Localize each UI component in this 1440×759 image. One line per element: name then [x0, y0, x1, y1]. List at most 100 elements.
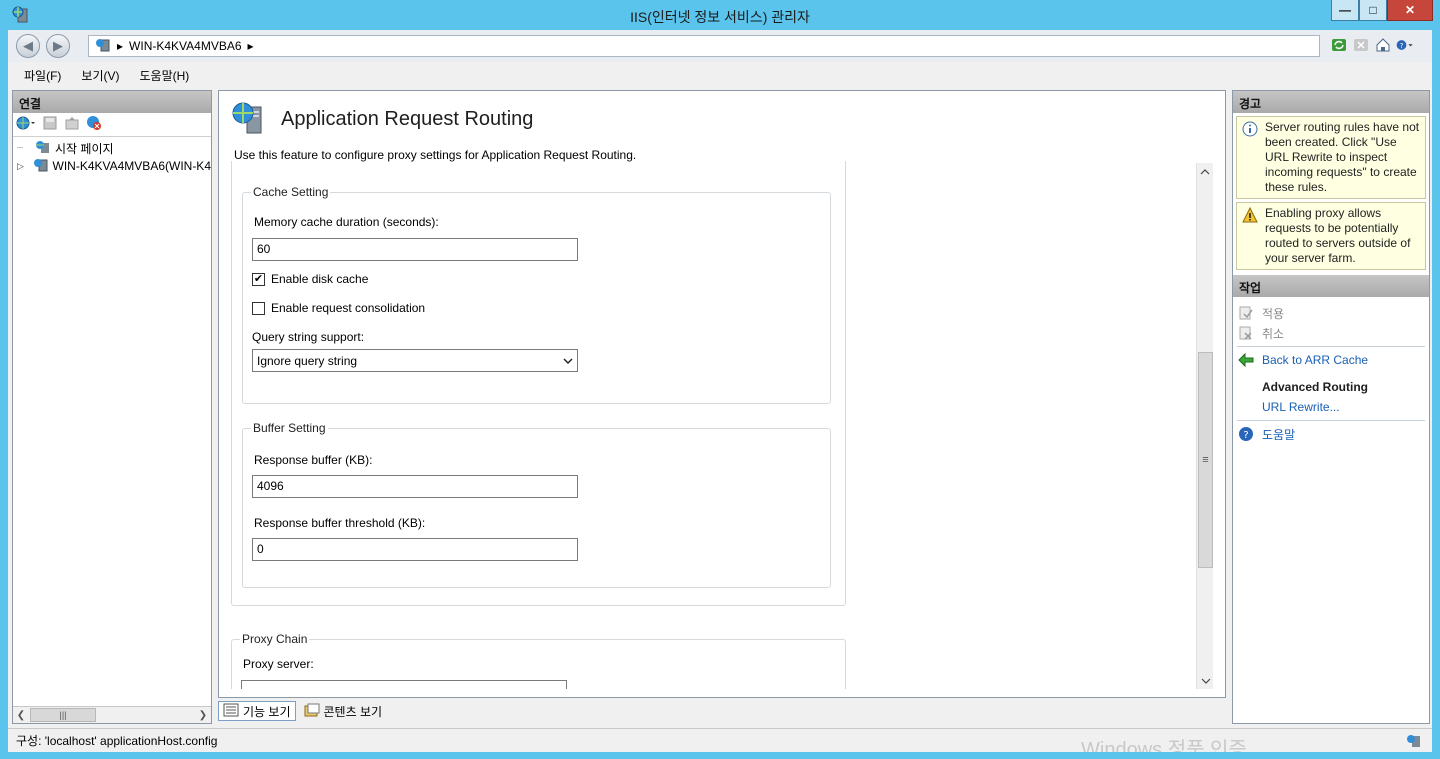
- home-icon[interactable]: [1374, 36, 1392, 54]
- help-link[interactable]: ? 도움말: [1233, 424, 1429, 444]
- back-arrow-icon: ◀: [23, 38, 33, 53]
- vertical-scroll-thumb[interactable]: ≡: [1198, 352, 1213, 568]
- start-page-icon: [35, 139, 51, 157]
- apply-action[interactable]: 적용: [1233, 303, 1429, 323]
- connections-toolbar: [13, 113, 211, 137]
- address-row: ◀ ▶ ▸ WIN-K4KVA4MVBA6 ▸ ?: [8, 30, 1432, 62]
- alerts-header: 경고: [1233, 91, 1429, 113]
- scroll-left-icon[interactable]: ❮: [13, 707, 29, 723]
- maximize-button[interactable]: □: [1359, 0, 1387, 21]
- settings-scroll-area[interactable]: Cache Setting Memory cache duration (sec…: [231, 161, 1205, 689]
- forward-arrow-icon: ▶: [53, 38, 63, 53]
- stop-icon[interactable]: [1352, 36, 1370, 54]
- query-string-select[interactable]: Ignore query string: [252, 349, 578, 372]
- buffer-setting-title: Buffer Setting: [251, 421, 328, 435]
- proxy-server-label: Proxy server:: [243, 657, 314, 671]
- buffer-setting-group: Buffer Setting Response buffer (KB): 409…: [242, 421, 831, 588]
- actions-header: 작업: [1233, 275, 1429, 297]
- proxy-chain-group: Proxy Chain Proxy server:: [231, 632, 846, 689]
- tree-connector: ┈: [17, 142, 24, 154]
- query-string-value: Ignore query string: [257, 353, 358, 368]
- minimize-button[interactable]: —: [1331, 0, 1359, 21]
- query-string-label: Query string support:: [252, 330, 365, 344]
- response-buffer-input[interactable]: 4096: [252, 475, 578, 498]
- vertical-scrollbar[interactable]: ≡: [1196, 163, 1213, 689]
- scroll-down-icon[interactable]: [1197, 672, 1214, 689]
- view-tabs: 기능 보기 콘텐츠 보기: [218, 700, 386, 722]
- tab-features-view[interactable]: 기능 보기: [218, 701, 296, 721]
- connections-tree: ┈ 시작 페이지 ▷ WIN-K4KVA4MVBA6(WIN-K4: [13, 137, 211, 175]
- main-area: 연결 ┈ 시작 페이지 ▷ WIN-K4KVA4MVBA6(WIN-K4 ❮ |…: [8, 88, 1432, 728]
- divider: [1237, 346, 1425, 347]
- tree-item-server[interactable]: ▷ WIN-K4KVA4MVBA6(WIN-K4: [17, 157, 211, 175]
- page-title: Application Request Routing: [281, 108, 534, 130]
- disk-cache-checkbox-row[interactable]: ✔ Enable disk cache: [252, 272, 368, 286]
- config-status: 구성: 'localhost' applicationHost.config: [16, 734, 218, 748]
- svg-text:?: ?: [1243, 430, 1248, 441]
- breadcrumb-server[interactable]: WIN-K4KVA4MVBA6: [129, 39, 241, 53]
- help-dropdown-icon[interactable]: ?: [1396, 36, 1414, 54]
- server-node-icon: [33, 157, 49, 175]
- menu-view[interactable]: 보기(V): [81, 67, 119, 84]
- cancel-action[interactable]: 취소: [1233, 323, 1429, 343]
- buffer-threshold-input[interactable]: 0: [252, 538, 578, 561]
- warning-icon: [1242, 206, 1258, 223]
- back-to-arr-cache-label: Back to ARR Cache: [1262, 353, 1369, 367]
- tree-item-label: WIN-K4KVA4MVBA6(WIN-K4: [52, 159, 211, 173]
- actions-panel: 경고 Server routing rules have not been cr…: [1232, 90, 1430, 724]
- connect-globe-icon[interactable]: [16, 115, 36, 134]
- features-view-label: 기능 보기: [243, 704, 291, 719]
- back-button[interactable]: ◀: [16, 34, 40, 58]
- arr-feature-icon: [231, 101, 267, 138]
- feature-description: Use this feature to configure proxy sett…: [234, 148, 637, 162]
- refresh-icon[interactable]: [1330, 36, 1348, 54]
- consolidation-checkbox-row[interactable]: Enable request consolidation: [252, 301, 425, 315]
- tab-content-view[interactable]: 콘텐츠 보기: [300, 701, 387, 721]
- consolidation-checkbox[interactable]: [252, 301, 265, 315]
- cache-setting-group: Cache Setting Memory cache duration (sec…: [242, 185, 831, 404]
- close-button[interactable]: ✕: [1387, 0, 1433, 21]
- menu-file[interactable]: 파일(F): [24, 67, 61, 84]
- proxy-server-input[interactable]: [241, 680, 567, 689]
- menu-help[interactable]: 도움말(H): [139, 67, 189, 84]
- menu-bar: 파일(F) 보기(V) 도움말(H): [8, 62, 1432, 88]
- chevron-down-icon: [563, 354, 573, 368]
- tree-item-start-page[interactable]: ┈ 시작 페이지: [17, 139, 211, 157]
- svg-text:?: ?: [1400, 42, 1404, 50]
- scroll-up-icon[interactable]: [1197, 163, 1213, 180]
- memory-cache-input[interactable]: 60: [252, 238, 578, 261]
- connections-panel: 연결 ┈ 시작 페이지 ▷ WIN-K4KVA4MVBA6(WIN-K4 ❮ |…: [12, 90, 212, 724]
- forward-button[interactable]: ▶: [46, 34, 70, 58]
- features-view-icon: [223, 703, 239, 720]
- memory-cache-label: Memory cache duration (seconds):: [254, 215, 439, 229]
- expand-arrow-icon[interactable]: ▷: [17, 161, 29, 172]
- cancel-icon: [1238, 325, 1254, 341]
- alert-warning: Enabling proxy allows requests to be pot…: [1236, 202, 1426, 270]
- alert-info-text: Server routing rules have not been creat…: [1265, 120, 1420, 194]
- apply-label: 적용: [1262, 306, 1285, 321]
- help-label: 도움말: [1262, 427, 1296, 442]
- address-bar[interactable]: ▸ WIN-K4KVA4MVBA6 ▸: [88, 35, 1320, 57]
- back-to-arr-cache-link[interactable]: Back to ARR Cache: [1233, 350, 1429, 370]
- consolidation-label: Enable request consolidation: [271, 301, 426, 315]
- url-rewrite-link[interactable]: URL Rewrite...: [1233, 397, 1429, 417]
- disconnect-icon[interactable]: [86, 115, 102, 134]
- connections-header: 연결: [13, 91, 211, 113]
- green-back-arrow-icon: [1238, 352, 1254, 368]
- disk-cache-checkbox[interactable]: ✔: [252, 272, 265, 286]
- breadcrumb-separator[interactable]: ▸: [248, 39, 254, 53]
- scroll-thumb[interactable]: |||: [30, 708, 96, 722]
- scroll-right-icon[interactable]: ❯: [195, 707, 211, 723]
- window-bottom-border: [0, 752, 1440, 759]
- divider: [1237, 420, 1425, 421]
- content-view-label: 콘텐츠 보기: [323, 704, 383, 719]
- horizontal-scrollbar[interactable]: ❮ ||| ❯: [13, 706, 211, 723]
- alert-info: Server routing rules have not been creat…: [1236, 116, 1426, 199]
- server-status-icon: [1406, 733, 1424, 752]
- feature-panel: Application Request Routing Use this fea…: [218, 90, 1226, 698]
- title-bar: IIS(인터넷 정보 서비스) 관리자 — □ ✕: [0, 0, 1440, 30]
- info-icon: [1242, 121, 1258, 137]
- settings-outer-box: Cache Setting Memory cache duration (sec…: [231, 161, 846, 606]
- proxy-chain-title: Proxy Chain: [240, 632, 310, 646]
